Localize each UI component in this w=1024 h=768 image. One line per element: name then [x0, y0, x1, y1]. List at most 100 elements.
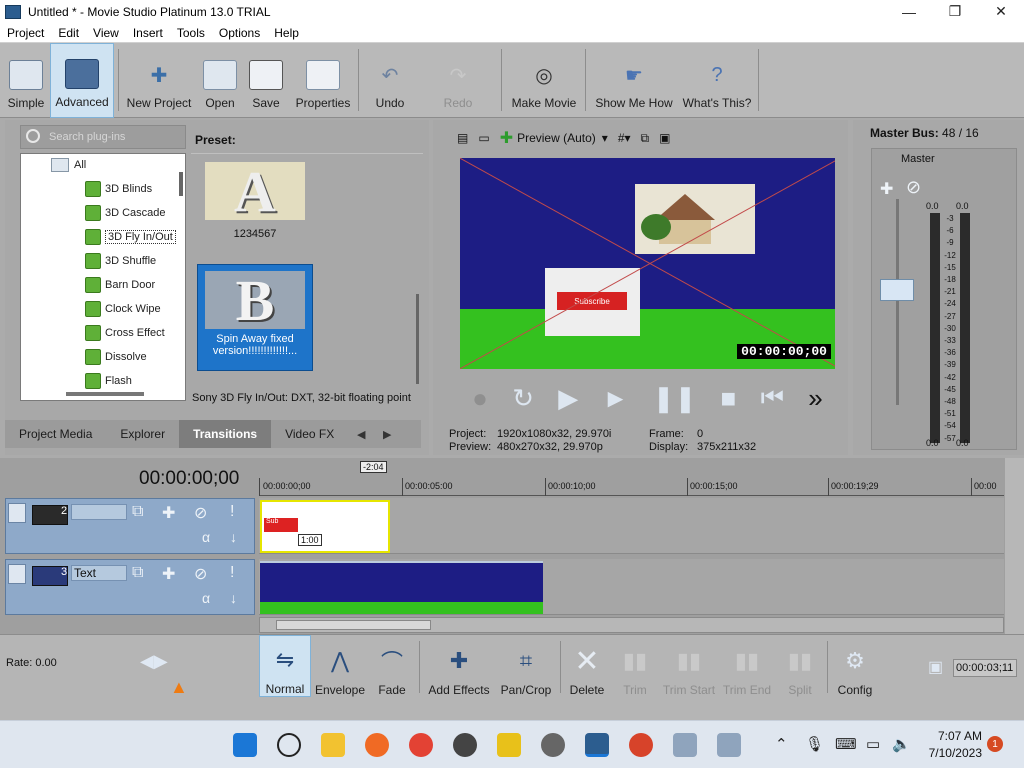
app-icon[interactable]	[629, 733, 653, 757]
pause-icon[interactable]: ❚❚	[653, 383, 697, 414]
network-icon[interactable]: ▭	[866, 735, 880, 753]
tab-transitions[interactable]: Transitions	[179, 420, 272, 448]
envelope-button[interactable]: ⋀ Envelope	[314, 635, 366, 697]
cursor-time-field[interactable]: 00:00:03;11	[953, 659, 1017, 677]
track-motion-icon[interactable]: ⧉	[132, 564, 143, 582]
fade-button[interactable]: ⌒ Fade	[372, 635, 412, 697]
menu-help[interactable]: Help	[267, 26, 306, 40]
track-mute-icon[interactable]: ⊘	[194, 564, 207, 584]
tab-video-fx[interactable]: Video FX	[271, 420, 348, 448]
preset-item-selected[interactable]: B Spin Away fixed version!!!!!!!!!!!!!..…	[197, 264, 313, 371]
keyboard-icon[interactable]: ⌨	[835, 735, 857, 753]
plugin-search-input[interactable]: Search plug-ins	[20, 125, 186, 149]
track-composite-icon[interactable]: α	[202, 529, 210, 545]
time-ruler[interactable]: 00:00:00;00 00:00:05:00 00:00:10;00 00:0…	[259, 478, 1004, 496]
chevron-up-icon[interactable]: ⌃	[775, 735, 788, 753]
pan-crop-button[interactable]: ⌗ Pan/Crop	[498, 635, 554, 697]
save-button[interactable]: Save	[246, 43, 286, 118]
go-to-end-icon[interactable]: »	[808, 383, 822, 414]
copy-snapshot-icon[interactable]: ⧉	[641, 123, 650, 153]
add-effects-button[interactable]: ✚ Add Effects	[426, 635, 492, 697]
menu-edit[interactable]: Edit	[51, 26, 86, 40]
track-header-2[interactable]: 2 ⧉ ✚ ⊘ ! α ↓	[5, 498, 255, 554]
redo-button[interactable]: ↷ Redo	[436, 43, 480, 118]
properties-button[interactable]: Properties	[294, 43, 352, 118]
tree-item-all[interactable]: All	[51, 154, 86, 176]
tree-item[interactable]: Flash	[85, 370, 132, 392]
timeline-hscroll[interactable]	[259, 617, 1004, 633]
tree-item[interactable]: Dissolve	[85, 346, 147, 368]
file-explorer-icon[interactable]	[321, 733, 345, 757]
split-button[interactable]: ▮▮ Split	[778, 635, 822, 697]
track-name-field[interactable]	[71, 504, 127, 520]
microphone-icon[interactable]: 🎙	[805, 735, 824, 753]
menu-view[interactable]: View	[86, 26, 126, 40]
track-expand-icon[interactable]	[8, 503, 26, 523]
go-to-start-icon[interactable]: ⏮	[761, 382, 784, 414]
firefox-icon[interactable]	[365, 733, 389, 757]
clock[interactable]: 7:07 AM 7/10/2023	[920, 728, 982, 762]
track-header-3[interactable]: 3 Text ⧉ ✚ ⊘ ! α ↓	[5, 559, 255, 615]
grid-overlay-icon[interactable]: #▾	[618, 123, 631, 153]
track-parent-icon[interactable]: ↓	[230, 590, 237, 606]
tree-hscroll-thumb[interactable]	[66, 392, 144, 396]
minimize-button[interactable]: —	[886, 0, 932, 23]
fx-plug-icon[interactable]: ✚	[880, 179, 893, 199]
play-from-start-icon[interactable]: ▶	[558, 383, 578, 414]
mute-icon[interactable]: ⊘	[906, 177, 921, 198]
trim-start-button[interactable]: ▮▮ Trim Start	[661, 635, 717, 697]
track-fx-icon[interactable]: ✚	[162, 564, 175, 584]
tree-vscroll-thumb[interactable]	[179, 172, 183, 196]
obs-icon[interactable]	[453, 733, 477, 757]
preset-item[interactable]: A 1234567	[197, 159, 313, 240]
tab-project-media[interactable]: Project Media	[5, 420, 106, 448]
tab-scroll-left-icon[interactable]: ◀	[348, 420, 374, 448]
track-solo-icon[interactable]: !	[230, 564, 234, 582]
trim-end-button[interactable]: ▮▮ Trim End	[722, 635, 772, 697]
preset-vscroll-thumb[interactable]	[416, 294, 419, 384]
undo-button[interactable]: ↶ Undo	[368, 43, 412, 118]
chrome-icon[interactable]	[409, 733, 433, 757]
preview-quality-dropdown[interactable]: ✚ Preview (Auto) ▾	[500, 123, 608, 153]
tree-item[interactable]: Clock Wipe	[85, 298, 161, 320]
tree-item[interactable]: Barn Door	[85, 274, 155, 296]
delete-button[interactable]: ✕ Delete	[567, 635, 607, 698]
video-clip[interactable]: Sub 1:00	[260, 500, 390, 553]
close-button[interactable]: ✕	[978, 0, 1024, 23]
tree-item-selected[interactable]: 3D Fly In/Out	[85, 226, 176, 248]
rate-slider-thumb-icon[interactable]: ▲	[170, 677, 188, 698]
record-icon[interactable]: ●	[472, 383, 488, 414]
track-name-field[interactable]: Text	[71, 565, 127, 581]
notification-badge[interactable]: 1	[987, 736, 1003, 752]
track-fx-icon[interactable]: ✚	[162, 503, 175, 523]
timeline-vscroll[interactable]	[1005, 458, 1024, 634]
track-solo-icon[interactable]: !	[230, 503, 234, 521]
preview-properties-icon[interactable]: ▤	[457, 123, 468, 153]
open-button[interactable]: Open	[200, 43, 240, 118]
tree-item[interactable]: 3D Blinds	[85, 178, 152, 200]
menu-insert[interactable]: Insert	[126, 26, 170, 40]
make-movie-button[interactable]: ◎ Make Movie	[508, 43, 580, 118]
track-parent-icon[interactable]: ↓	[230, 529, 237, 545]
app-icon[interactable]	[673, 733, 697, 757]
loop-icon[interactable]: ↻	[512, 383, 534, 414]
rate-slider-icon[interactable]: ◀▶	[140, 651, 168, 672]
search-icon[interactable]	[277, 733, 301, 757]
track-lane-3[interactable]	[259, 559, 1004, 615]
app-icon[interactable]	[717, 733, 741, 757]
track-composite-icon[interactable]: α	[202, 590, 210, 606]
external-monitor-icon[interactable]: ▭	[478, 123, 489, 153]
video-preview[interactable]: Subscribe 00:00:00;00	[460, 158, 835, 369]
trim-button[interactable]: ▮▮ Trim	[615, 635, 655, 697]
settings-gear-icon[interactable]	[541, 733, 565, 757]
stop-icon[interactable]: ■	[721, 383, 737, 414]
config-button[interactable]: ⚙ Config	[833, 635, 877, 697]
simple-button[interactable]: Simple	[4, 43, 48, 118]
track-mute-icon[interactable]: ⊘	[194, 503, 207, 523]
video-clip[interactable]	[260, 561, 543, 614]
snapshot-icon[interactable]: ▣	[928, 657, 943, 677]
track-motion-icon[interactable]: ⧉	[132, 503, 143, 521]
tree-item[interactable]: Cross Effect	[85, 322, 165, 344]
save-snapshot-icon[interactable]: ▣	[659, 123, 670, 153]
tab-scroll-right-icon[interactable]: ▶	[374, 420, 400, 448]
